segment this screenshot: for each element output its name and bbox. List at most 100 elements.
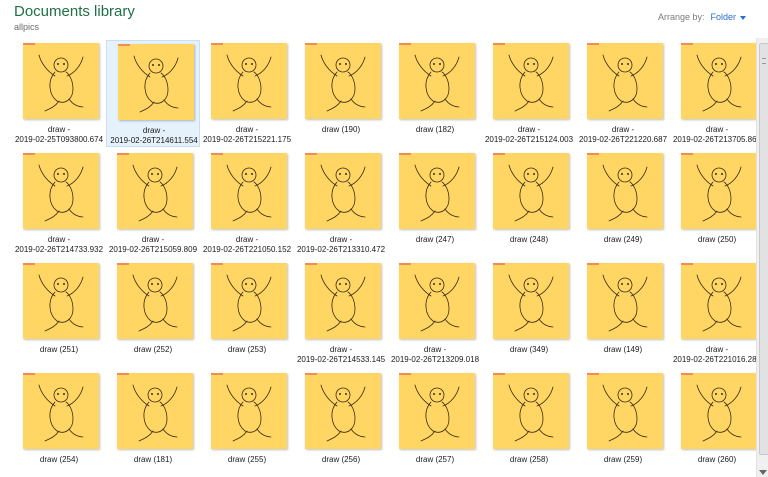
file-item[interactable]: draw (258): [482, 370, 576, 477]
file-name-line1: draw -: [235, 235, 259, 244]
thumbnail-drawing-icon: [38, 164, 84, 222]
file-label: draw (190): [294, 125, 388, 135]
file-name-line1: draw -: [517, 125, 541, 134]
file-thumbnail: [118, 44, 194, 120]
scroll-down-arrow-icon[interactable]: [759, 470, 767, 475]
file-item[interactable]: draw (247): [388, 150, 482, 257]
file-item[interactable]: draw (248): [482, 150, 576, 257]
file-item[interactable]: draw (255): [200, 370, 294, 477]
file-item[interactable]: draw -2019-02-26T221016.283: [670, 260, 764, 367]
file-item[interactable]: draw -2019-02-26T213310.472: [294, 150, 388, 257]
file-item[interactable]: draw -2019-02-26T214733.932: [12, 150, 106, 257]
page-title: Documents library: [14, 3, 135, 20]
vertical-scrollbar[interactable]: [756, 38, 768, 477]
file-item[interactable]: draw -2019-02-26T221220.687: [576, 40, 670, 147]
thumbnail-drawing-icon: [320, 54, 366, 112]
file-name: draw (251): [39, 345, 79, 354]
file-label: draw -2019-02-26T213705.862: [670, 125, 764, 145]
file-item[interactable]: draw (253): [200, 260, 294, 367]
arrange-by-value: Folder: [710, 12, 736, 22]
file-name: draw (181): [133, 455, 173, 464]
file-name: draw (250): [697, 235, 737, 244]
thumbnail-drawing-icon: [696, 54, 742, 112]
file-thumbnail: [117, 153, 193, 229]
file-thumbnail: [681, 43, 757, 119]
file-label: draw -2019-02-26T221016.283: [670, 345, 764, 365]
thumbnail-drawing-icon: [602, 164, 648, 222]
file-name: draw (259): [603, 455, 643, 464]
arrange-by-dropdown[interactable]: Folder: [710, 12, 746, 22]
file-thumbnail: [493, 373, 569, 449]
file-item[interactable]: draw (349): [482, 260, 576, 367]
thumbnail-drawing-icon: [414, 54, 460, 112]
thumbnail-drawing-icon: [320, 164, 366, 222]
file-thumbnail: [211, 263, 287, 339]
file-name-line2: 2019-02-26T221220.687: [578, 135, 668, 144]
file-item[interactable]: draw (257): [388, 370, 482, 477]
file-thumbnail: [305, 263, 381, 339]
file-thumbnail: [117, 263, 193, 339]
file-item[interactable]: draw -2019-02-25T093800.674: [12, 40, 106, 147]
file-item[interactable]: draw (260): [670, 370, 764, 477]
file-item[interactable]: draw (256): [294, 370, 388, 477]
file-name: draw (253): [227, 345, 267, 354]
file-thumbnail: [23, 153, 99, 229]
file-item[interactable]: draw -2019-02-26T215059.809: [106, 150, 200, 257]
file-name-line1: draw -: [142, 126, 166, 135]
file-name-line2: 2019-02-26T215124.003: [484, 135, 574, 144]
file-name-line1: draw -: [329, 235, 353, 244]
file-label: draw -2019-02-26T215059.809: [106, 235, 200, 255]
file-item[interactable]: draw -2019-02-26T213209.018: [388, 260, 482, 367]
thumbnail-drawing-icon: [38, 274, 84, 332]
file-name-line2: 2019-02-26T214733.932: [14, 245, 104, 254]
file-item[interactable]: draw -2019-02-26T215124.003: [482, 40, 576, 147]
file-label: draw (349): [482, 345, 576, 355]
file-label: draw (149): [576, 345, 670, 355]
file-item[interactable]: draw (259): [576, 370, 670, 477]
thumbnail-drawing-icon: [414, 164, 460, 222]
chevron-down-icon: [740, 15, 746, 20]
file-label: draw (256): [294, 455, 388, 465]
file-label: draw -2019-02-26T214611.554: [107, 126, 201, 146]
file-name-line2: 2019-02-26T215059.809: [108, 245, 198, 254]
thumbnail-drawing-icon: [132, 274, 178, 332]
file-item[interactable]: draw (182): [388, 40, 482, 147]
file-name: draw (254): [39, 455, 79, 464]
file-item[interactable]: draw -2019-02-26T214611.554: [106, 40, 200, 147]
file-item[interactable]: draw (190): [294, 40, 388, 147]
file-name: draw (256): [321, 455, 361, 464]
file-item[interactable]: draw (181): [106, 370, 200, 477]
file-item[interactable]: draw -2019-02-26T213705.862: [670, 40, 764, 147]
file-label: draw (181): [106, 455, 200, 465]
thumbnail-drawing-icon: [508, 384, 554, 442]
file-item[interactable]: draw -2019-02-26T221050.152: [200, 150, 294, 257]
file-label: draw -2019-02-26T221220.687: [576, 125, 670, 145]
file-thumbnail: [305, 153, 381, 229]
thumbnail-drawing-icon: [508, 274, 554, 332]
file-item[interactable]: draw (249): [576, 150, 670, 257]
file-item[interactable]: draw (250): [670, 150, 764, 257]
file-item[interactable]: draw (149): [576, 260, 670, 367]
file-name-line2: 2019-02-26T213705.862: [672, 135, 762, 144]
thumbnail-drawing-icon: [38, 54, 84, 112]
file-name: draw (255): [227, 455, 267, 464]
file-item[interactable]: draw (252): [106, 260, 200, 367]
file-thumbnail: [681, 373, 757, 449]
file-thumbnail: [23, 263, 99, 339]
file-thumbnail: [399, 43, 475, 119]
file-name: draw (182): [415, 125, 455, 134]
file-name: draw (249): [603, 235, 643, 244]
file-label: draw (251): [12, 345, 106, 355]
file-name-line1: draw -: [235, 125, 259, 134]
thumbnail-drawing-icon: [320, 274, 366, 332]
file-name: draw (252): [133, 345, 173, 354]
file-item[interactable]: draw -2019-02-26T215221.175: [200, 40, 294, 147]
file-item[interactable]: draw -2019-02-26T214533.145: [294, 260, 388, 367]
file-item[interactable]: draw (251): [12, 260, 106, 367]
file-label: draw (253): [200, 345, 294, 355]
scrollbar-thumb[interactable]: [759, 43, 768, 455]
thumbnail-drawing-icon: [414, 274, 460, 332]
file-thumbnail: [493, 263, 569, 339]
file-item[interactable]: draw (254): [12, 370, 106, 477]
file-label: draw (249): [576, 235, 670, 245]
